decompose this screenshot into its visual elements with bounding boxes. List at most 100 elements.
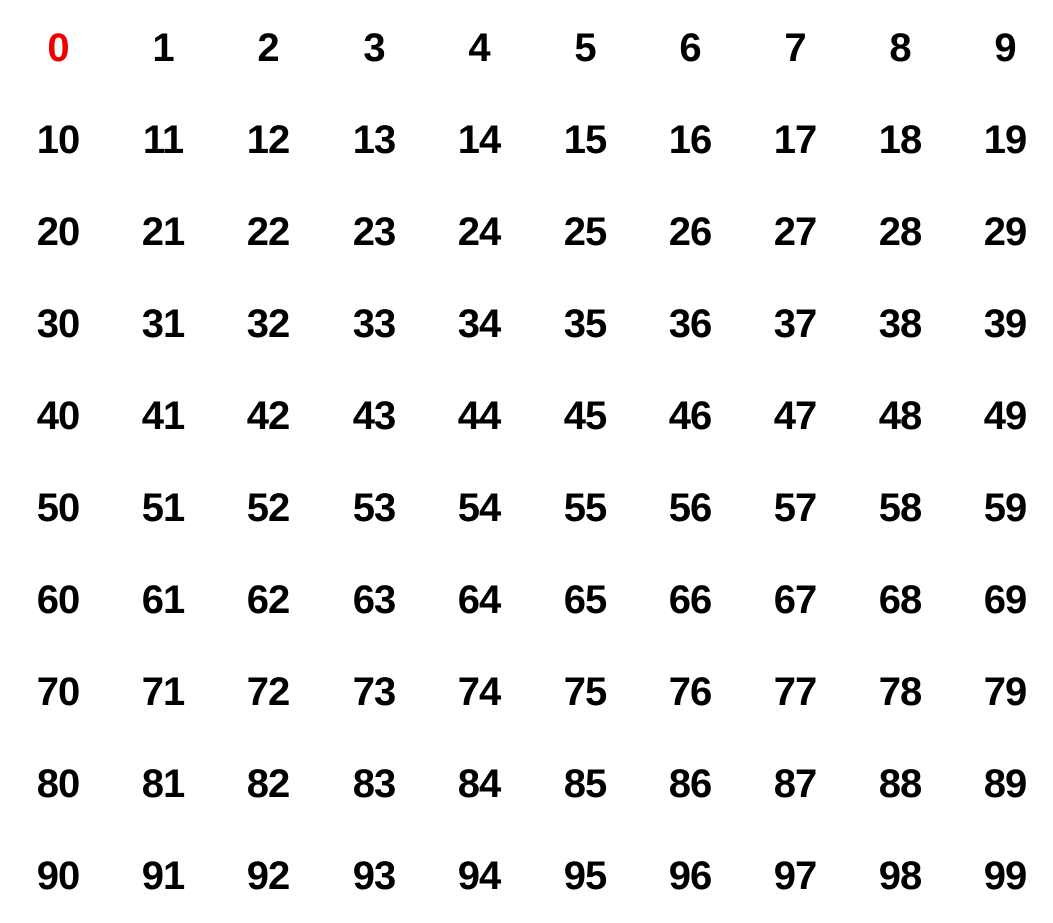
number-cell: 3 — [363, 26, 385, 70]
number-cell: 17 — [773, 118, 818, 162]
number-cell: 77 — [773, 670, 818, 714]
number-cell: 45 — [563, 394, 608, 438]
number-cell: 30 — [36, 302, 81, 346]
number-cell: 54 — [457, 486, 502, 530]
number-row-6: 60 61 62 63 64 65 66 67 68 69 — [0, 570, 1053, 630]
number-cell: 68 — [878, 578, 923, 622]
number-cell: 53 — [352, 486, 397, 530]
number-cell: 13 — [352, 118, 397, 162]
number-cell: 50 — [36, 486, 81, 530]
number-cell: 34 — [457, 302, 502, 346]
number-cell: 72 — [246, 670, 291, 714]
number-cell: 52 — [246, 486, 291, 530]
number-cell: 82 — [246, 762, 291, 806]
number-cell: 27 — [773, 210, 818, 254]
number-cell: 49 — [983, 394, 1028, 438]
number-cell: 9 — [994, 26, 1016, 70]
number-cell: 93 — [352, 854, 397, 898]
number-row-4: 40 41 42 43 44 45 46 47 48 49 — [0, 386, 1053, 446]
number-cell: 97 — [773, 854, 818, 898]
number-row-3: 30 31 32 33 34 35 36 37 38 39 — [0, 294, 1053, 354]
number-cell: 85 — [563, 762, 608, 806]
number-cell: 70 — [36, 670, 81, 714]
number-row-9: 90 91 92 93 94 95 96 97 98 99 — [0, 846, 1053, 906]
number-cell: 78 — [878, 670, 923, 714]
number-cell: 47 — [773, 394, 818, 438]
number-cell: 99 — [983, 854, 1028, 898]
number-cell: 96 — [668, 854, 713, 898]
number-cell: 94 — [457, 854, 502, 898]
number-cell: 74 — [457, 670, 502, 714]
number-cell: 28 — [878, 210, 923, 254]
number-cell: 32 — [246, 302, 291, 346]
number-cell: 76 — [668, 670, 713, 714]
number-cell: 1 — [152, 26, 174, 70]
number-cell: 88 — [878, 762, 923, 806]
number-cell: 75 — [563, 670, 608, 714]
number-cell: 43 — [352, 394, 397, 438]
number-row-5: 50 51 52 53 54 55 56 57 58 59 — [0, 478, 1053, 538]
number-cell: 33 — [352, 302, 397, 346]
number-cell: 65 — [563, 578, 608, 622]
number-cell: 67 — [773, 578, 818, 622]
number-cell: 73 — [352, 670, 397, 714]
number-cell: 61 — [141, 578, 186, 622]
number-cell: 98 — [878, 854, 923, 898]
number-cell: 84 — [457, 762, 502, 806]
number-cell: 35 — [563, 302, 608, 346]
number-cell: 12 — [246, 118, 291, 162]
number-cell: 31 — [141, 302, 186, 346]
number-cell: 37 — [773, 302, 818, 346]
number-cell: 60 — [36, 578, 81, 622]
number-cell: 87 — [773, 762, 818, 806]
number-cell: 8 — [889, 26, 911, 70]
number-cell: 95 — [563, 854, 608, 898]
number-cell: 22 — [246, 210, 291, 254]
number-cell: 92 — [246, 854, 291, 898]
number-cell: 89 — [983, 762, 1028, 806]
number-cell: 40 — [36, 394, 81, 438]
number-cell: 57 — [773, 486, 818, 530]
number-cell: 48 — [878, 394, 923, 438]
number-cell: 5 — [574, 26, 596, 70]
number-cell: 58 — [878, 486, 923, 530]
number-cell: 44 — [457, 394, 502, 438]
number-cell: 55 — [563, 486, 608, 530]
number-cell: 63 — [352, 578, 397, 622]
number-cell: 38 — [878, 302, 923, 346]
number-row-1: 10 11 12 13 14 15 16 17 18 19 — [0, 110, 1053, 170]
number-cell: 79 — [983, 670, 1028, 714]
number-cell: 90 — [36, 854, 81, 898]
number-cell: 24 — [457, 210, 502, 254]
number-cell: 11 — [142, 118, 184, 162]
number-cell: 66 — [668, 578, 713, 622]
number-cell: 15 — [563, 118, 608, 162]
number-cell: 19 — [983, 118, 1028, 162]
number-cell: 39 — [983, 302, 1028, 346]
number-cell: 83 — [352, 762, 397, 806]
number-cell: 14 — [457, 118, 502, 162]
number-cell: 62 — [246, 578, 291, 622]
number-cell: 25 — [563, 210, 608, 254]
number-cell: 46 — [668, 394, 713, 438]
number-row-7: 70 71 72 73 74 75 76 77 78 79 — [0, 662, 1053, 722]
number-cell: 64 — [457, 578, 502, 622]
number-cell: 21 — [141, 210, 186, 254]
number-cell: 81 — [141, 762, 186, 806]
number-cell: 86 — [668, 762, 713, 806]
number-cell: 91 — [141, 854, 186, 898]
number-cell: 56 — [668, 486, 713, 530]
number-cell: 4 — [468, 26, 490, 70]
number-row-2: 20 21 22 23 24 25 26 27 28 29 — [0, 202, 1053, 262]
number-cell: 20 — [36, 210, 81, 254]
number-cell: 23 — [352, 210, 397, 254]
number-cell: 16 — [668, 118, 713, 162]
number-cell: 71 — [141, 670, 186, 714]
number-cell: 6 — [679, 26, 701, 70]
number-cell: 80 — [36, 762, 81, 806]
number-cell: 36 — [668, 302, 713, 346]
number-cell: 26 — [668, 210, 713, 254]
number-cell: 7 — [784, 26, 806, 70]
number-cell: 18 — [878, 118, 923, 162]
number-cell: 59 — [983, 486, 1028, 530]
